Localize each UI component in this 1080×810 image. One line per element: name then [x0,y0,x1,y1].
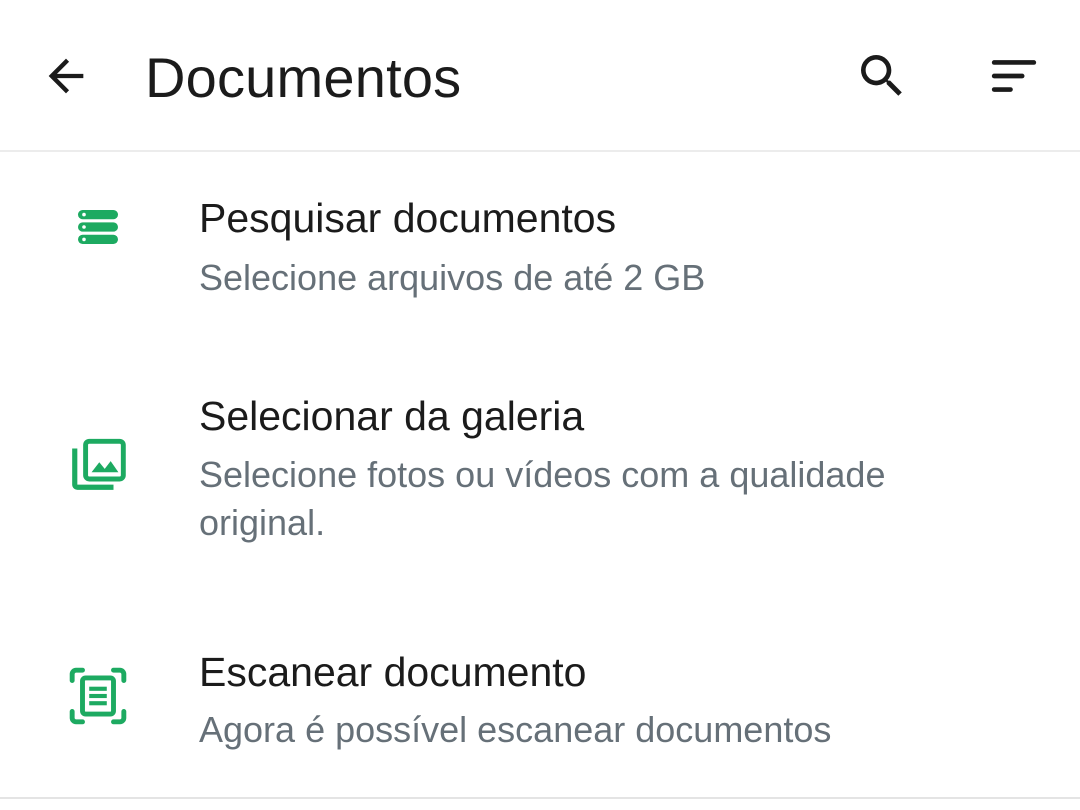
option-title: Pesquisar documentos [199,195,617,241]
photo-library-icon [72,438,126,490]
photo-library-icon-wrap [66,432,130,496]
option-title: Escanear documento [199,649,587,695]
sort-button[interactable] [978,40,1050,112]
document-scanner-icon-wrap [66,664,130,728]
storage-icon-wrap [66,195,130,259]
search-button[interactable] [846,40,918,112]
app-bar: Documentos [0,0,1080,152]
divider [0,797,1080,799]
arrow-back-icon [48,58,84,94]
search-icon [861,55,902,96]
option-search-documents[interactable]: Pesquisar documentos Selecione arquivos … [0,170,1080,330]
sort-icon [991,60,1037,92]
back-button[interactable] [30,40,102,112]
documents-screen: Documentos Pesquisar documentos Selecion… [0,0,1080,810]
option-subtitle: Agora é possível escanear documentos [199,709,832,750]
option-subtitle: Selecione fotos ou vídeos com a qualidad… [199,454,886,543]
option-subtitle: Selecione arquivos de até 2 GB [199,257,706,298]
page-title: Documentos [145,46,462,109]
document-scanner-icon [69,667,127,725]
storage-icon [78,210,118,244]
option-title: Selecionar da galeria [199,393,585,439]
option-select-from-gallery[interactable]: Selecionar da galeria Selecione fotos ou… [0,370,1080,570]
option-scan-document[interactable]: Escanear documento Agora é possível esca… [0,630,1080,780]
